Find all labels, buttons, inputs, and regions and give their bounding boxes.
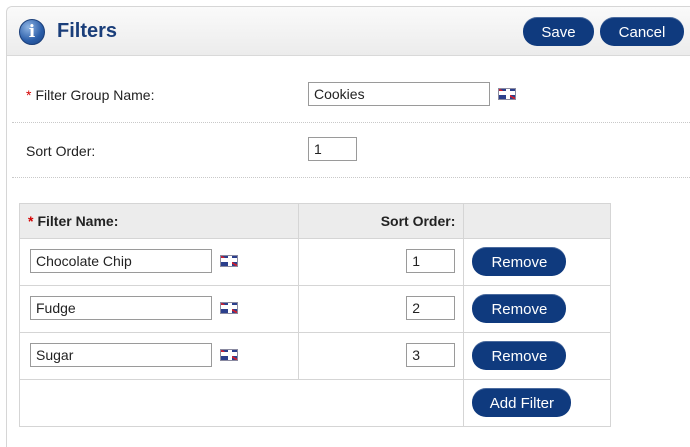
cancel-button[interactable]: Cancel — [600, 17, 684, 46]
sort-order-input[interactable] — [308, 137, 357, 161]
filter-name-input[interactable] — [30, 296, 212, 320]
table-row: Remove — [18, 332, 611, 380]
group-name-label: * Filter Group Name: — [26, 87, 155, 103]
add-filter-button[interactable]: Add Filter — [472, 388, 572, 417]
info-icon: i — [19, 19, 45, 45]
save-button[interactable]: Save — [523, 17, 594, 46]
remove-button[interactable]: Remove — [472, 341, 567, 370]
language-flag-icon[interactable] — [220, 349, 238, 361]
page-title: Filters — [57, 20, 118, 42]
group-name-label-text: Filter Group Name: — [35, 87, 155, 103]
required-marker: * — [28, 213, 34, 229]
required-marker: * — [26, 87, 32, 103]
filter-sort-input[interactable] — [406, 296, 456, 320]
filter-name-input[interactable] — [30, 343, 212, 367]
panel-header: i Filters Save Cancel — [7, 7, 690, 56]
column-header-sort-order: Sort Order: — [298, 203, 465, 239]
table-row: Remove — [18, 238, 611, 286]
sort-order-row: Sort Order: — [12, 122, 690, 178]
table-row: Remove — [18, 285, 611, 333]
filter-sort-input[interactable] — [406, 343, 456, 367]
column-header-name-text: Filter Name: — [37, 213, 119, 229]
language-flag-icon[interactable] — [220, 255, 238, 267]
group-name-row: * Filter Group Name: — [12, 55, 690, 123]
column-header-actions — [463, 203, 611, 239]
table-footer-row: Add Filter — [18, 379, 611, 427]
remove-button[interactable]: Remove — [472, 247, 567, 276]
column-header-filter-name: * Filter Name: — [18, 203, 300, 239]
filters-table: *Filter Name: Sort Order: Remove — [18, 203, 611, 427]
filter-sort-input[interactable] — [406, 249, 456, 273]
language-flag-icon[interactable] — [498, 88, 516, 100]
remove-button[interactable]: Remove — [472, 294, 567, 323]
sort-order-label: Sort Order: — [26, 143, 96, 159]
group-name-input[interactable] — [308, 82, 490, 106]
filter-name-input[interactable] — [30, 249, 212, 273]
language-flag-icon[interactable] — [220, 302, 238, 314]
